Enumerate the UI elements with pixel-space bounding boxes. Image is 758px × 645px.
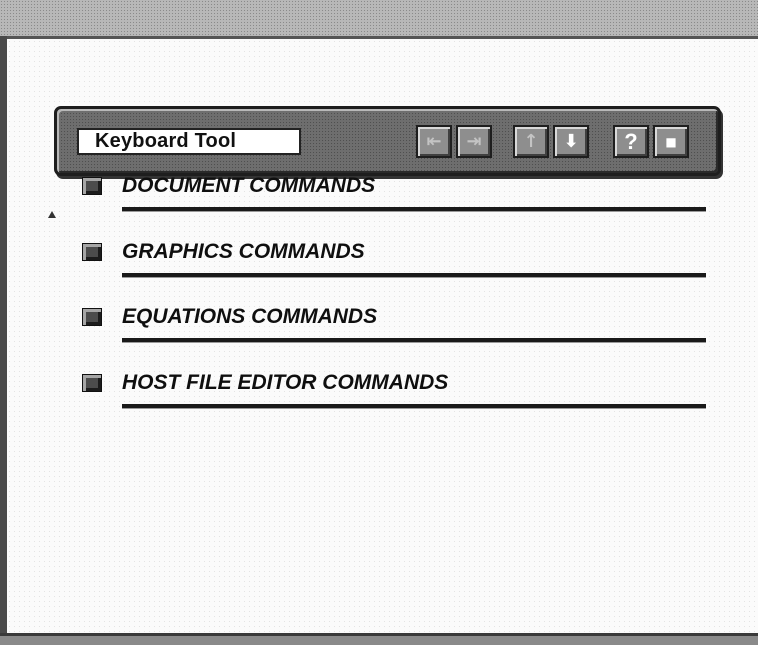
selection-marker-icon — [48, 211, 56, 218]
divider — [122, 273, 706, 278]
bullet-button-icon — [82, 243, 102, 261]
keyboard-tool-panel: Keyboard Tool ⇤ ⇥ ↑ ⬇ ? ■ — [54, 106, 721, 176]
back-button[interactable]: ⇤ — [416, 125, 452, 158]
forward-button[interactable]: ⇥ — [456, 125, 492, 158]
window-bottom-border — [0, 633, 758, 645]
arrow-up-icon: ↑ — [523, 130, 539, 152]
list-item-graphics-commands[interactable]: GRAPHICS COMMANDS — [82, 240, 710, 284]
bullet-button-icon — [82, 374, 102, 392]
close-square-icon: ■ — [665, 134, 677, 149]
list-item-equations-commands[interactable]: EQUATIONS COMMANDS — [82, 305, 710, 349]
content-area: Keyboard Tool ⇤ ⇥ ↑ ⬇ ? ■ DOCUMENT COMMA… — [7, 39, 758, 633]
command-label: GRAPHICS COMMANDS — [122, 240, 365, 263]
command-label: HOST FILE EDITOR COMMANDS — [122, 371, 449, 394]
divider — [122, 404, 706, 409]
close-button[interactable]: ■ — [653, 125, 689, 158]
bullet-button-icon — [82, 177, 102, 195]
command-label: DOCUMENT COMMANDS — [122, 174, 376, 197]
tool-title: Keyboard Tool — [77, 128, 301, 155]
command-label: EQUATIONS COMMANDS — [122, 305, 378, 328]
question-mark-icon: ? — [624, 128, 638, 154]
bullet-button-icon — [82, 308, 102, 326]
down-button[interactable]: ⬇ — [553, 125, 589, 158]
up-button[interactable]: ↑ — [513, 125, 549, 158]
arrow-right-icon: ⇥ — [466, 130, 482, 152]
arrow-down-icon: ⬇ — [563, 130, 579, 152]
arrow-left-icon: ⇤ — [426, 130, 442, 152]
list-item-document-commands[interactable]: DOCUMENT COMMANDS — [82, 174, 710, 218]
divider — [122, 338, 706, 343]
window-top-border — [0, 0, 758, 39]
application-screen: Keyboard Tool ⇤ ⇥ ↑ ⬇ ? ■ DOCUMENT COMMA… — [0, 0, 758, 645]
divider — [122, 207, 706, 212]
list-item-host-file-editor-commands[interactable]: HOST FILE EDITOR COMMANDS — [82, 371, 710, 415]
help-button[interactable]: ? — [613, 125, 649, 158]
window-left-border — [0, 36, 7, 645]
